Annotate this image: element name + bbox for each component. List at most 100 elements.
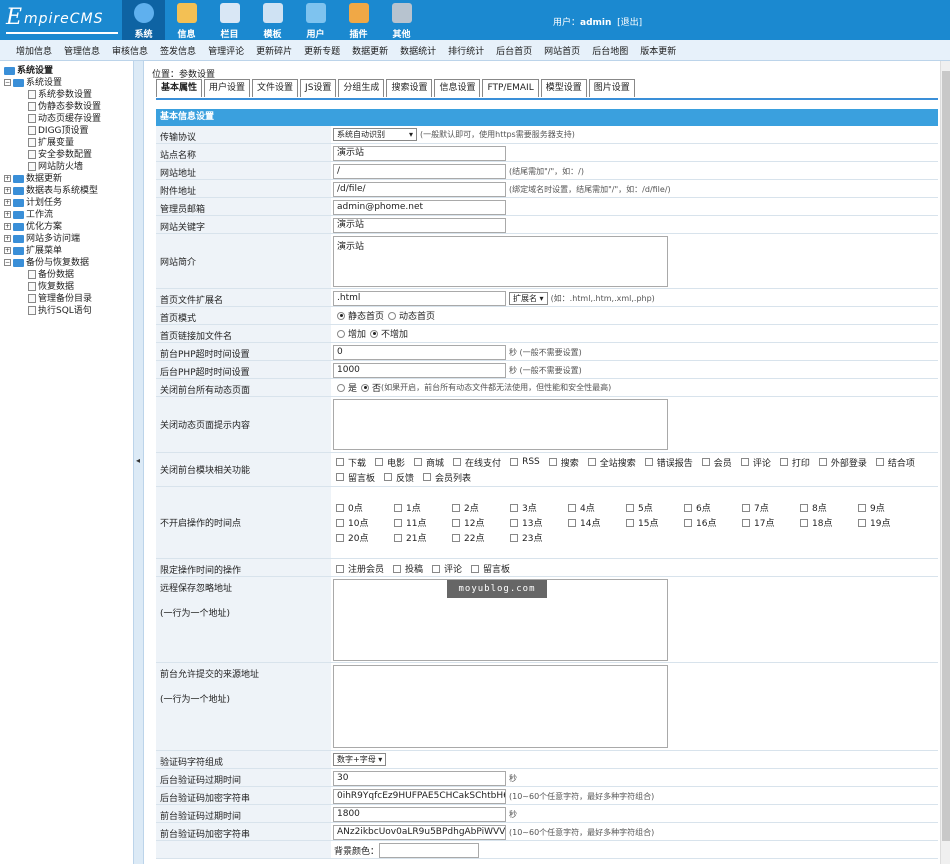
tab-7[interactable]: FTP/EMAIL	[482, 79, 539, 97]
checkbox-item[interactable]: 10点	[333, 515, 385, 530]
back-captcha-key-input[interactable]: 0ihR9YqfcEz9HUFPAE5CHCakSChtbH6RaeRy	[333, 789, 506, 804]
checkbox-item[interactable]: 会员列表	[420, 470, 471, 485]
checkbox-item[interactable]: 留言板	[468, 561, 510, 576]
checkbox-item[interactable]: 反馈	[381, 470, 414, 485]
checkbox[interactable]	[414, 458, 423, 466]
back-php-timeout-input[interactable]: 1000	[333, 363, 506, 378]
expand-icon[interactable]: +	[4, 199, 11, 206]
tree-item[interactable]: + 数据表与系统模型	[4, 185, 133, 197]
checkbox-item[interactable]: 下载	[333, 455, 366, 470]
checkbox-item[interactable]: 20点	[333, 530, 385, 545]
static-index-radio[interactable]	[337, 311, 345, 320]
close-dynamic-yes-radio[interactable]	[337, 383, 345, 392]
tree-item[interactable]: + 工作流	[4, 209, 133, 221]
checkbox[interactable]	[336, 503, 344, 512]
collapse-icon[interactable]: −	[4, 259, 11, 266]
checkbox-item[interactable]: 0点	[333, 500, 385, 515]
checkbox-item[interactable]: 16点	[681, 515, 733, 530]
checkbox[interactable]	[452, 533, 460, 542]
checkbox[interactable]	[626, 518, 634, 527]
subnav-link-4[interactable]: 管理评论	[208, 44, 244, 57]
subnav-link-8[interactable]: 数据统计	[400, 44, 436, 57]
tree-item[interactable]: 备份数据	[4, 269, 133, 281]
checkbox-item[interactable]: 评论	[429, 561, 462, 576]
link-add-radio[interactable]	[337, 329, 345, 338]
tree-item[interactable]: + 计划任务	[4, 197, 133, 209]
checkbox-item[interactable]: 商城	[411, 455, 444, 470]
tree-item[interactable]: 安全参数配置	[4, 149, 133, 161]
tab-5[interactable]: 搜索设置	[386, 79, 433, 97]
subnav-link-13[interactable]: 版本更新	[640, 44, 676, 57]
tab-0[interactable]: 基本属性	[156, 79, 203, 97]
subnav-link-3[interactable]: 签发信息	[160, 44, 196, 57]
checkbox[interactable]	[375, 458, 384, 466]
checkbox[interactable]	[510, 518, 518, 527]
checkbox[interactable]	[548, 458, 557, 466]
checkbox[interactable]	[858, 518, 866, 527]
checkbox-item[interactable]: 9点	[855, 500, 907, 515]
tree-item[interactable]: 管理备份目录	[4, 293, 133, 305]
checkbox-item[interactable]: 13点	[507, 515, 559, 530]
tree-item[interactable]: 扩展变量	[4, 137, 133, 149]
checkbox-item[interactable]: 结合项	[873, 455, 915, 470]
tree-item[interactable]: 伪静态参数设置	[4, 101, 133, 113]
checkbox[interactable]	[452, 518, 460, 527]
checkbox[interactable]	[384, 473, 393, 481]
checkbox-item[interactable]: 3点	[507, 500, 559, 515]
index-ext-input[interactable]: .html	[333, 291, 506, 306]
captcha-type-select[interactable]: 数字+字母 ▾	[333, 753, 387, 766]
checkbox[interactable]	[740, 458, 749, 466]
expand-icon[interactable]: +	[4, 187, 11, 194]
checkbox-item[interactable]: 搜索	[546, 455, 579, 470]
checkbox-item[interactable]: 留言板	[333, 470, 375, 485]
ext-select[interactable]: 扩展名 ▾	[509, 292, 548, 305]
tree-item[interactable]: − 系统设置	[4, 77, 133, 89]
subnav-link-2[interactable]: 审核信息	[112, 44, 148, 57]
checkbox[interactable]	[875, 458, 884, 466]
checkbox[interactable]	[336, 473, 344, 481]
expand-icon[interactable]: +	[4, 235, 11, 242]
expand-icon[interactable]: +	[4, 211, 11, 218]
subnav-link-10[interactable]: 后台首页	[496, 44, 532, 57]
checkbox-item[interactable]: 1点	[391, 500, 443, 515]
subnav-link-1[interactable]: 管理信息	[64, 44, 100, 57]
subnav-link-11[interactable]: 网站首页	[544, 44, 580, 57]
checkbox[interactable]	[336, 533, 344, 542]
tree-item[interactable]: + 数据更新	[4, 173, 133, 185]
site-intro-textarea[interactable]: 演示站	[333, 236, 668, 287]
expand-icon[interactable]: +	[4, 175, 11, 182]
nav-item-0[interactable]: 系统	[122, 0, 165, 40]
nav-item-2[interactable]: 栏目	[208, 0, 251, 40]
checkbox[interactable]	[510, 533, 518, 542]
checkbox[interactable]	[742, 518, 750, 527]
front-php-timeout-input[interactable]: 0	[333, 345, 506, 360]
checkbox-item[interactable]: 14点	[565, 515, 617, 530]
expand-icon[interactable]: +	[4, 223, 11, 230]
checkbox[interactable]	[779, 458, 788, 466]
checkbox[interactable]	[471, 564, 480, 573]
close-tip-textarea[interactable]	[333, 399, 668, 450]
checkbox-item[interactable]: 17点	[739, 515, 791, 530]
link-noadd-radio[interactable]	[370, 329, 379, 338]
tab-8[interactable]: 模型设置	[540, 79, 587, 97]
logout-link[interactable]: [退出]	[617, 18, 642, 28]
nav-item-4[interactable]: 用户	[294, 0, 337, 40]
checkbox-item[interactable]: 注册会员	[333, 561, 384, 576]
checkbox-item[interactable]: 外部登录	[816, 455, 867, 470]
tree-item[interactable]: 网站防火墙	[4, 161, 133, 173]
protocol-select[interactable]: 系统自动识别 ▾	[333, 128, 417, 141]
tree-item[interactable]: + 扩展菜单	[4, 245, 133, 257]
checkbox[interactable]	[393, 564, 402, 573]
checkbox[interactable]	[510, 503, 518, 512]
checkbox[interactable]	[800, 518, 808, 527]
tree-item[interactable]: 恢复数据	[4, 281, 133, 293]
checkbox-item[interactable]: 会员	[699, 455, 732, 470]
nav-item-6[interactable]: 其他	[380, 0, 423, 40]
tree-item[interactable]: + 网站多访问端	[4, 233, 133, 245]
checkbox[interactable]	[510, 458, 519, 466]
tree-item[interactable]: DIGG顶设置	[4, 125, 133, 137]
checkbox-item[interactable]: 5点	[623, 500, 675, 515]
bgcolor-input[interactable]	[379, 843, 480, 858]
referer-textarea[interactable]	[333, 665, 668, 748]
checkbox[interactable]	[742, 503, 750, 512]
